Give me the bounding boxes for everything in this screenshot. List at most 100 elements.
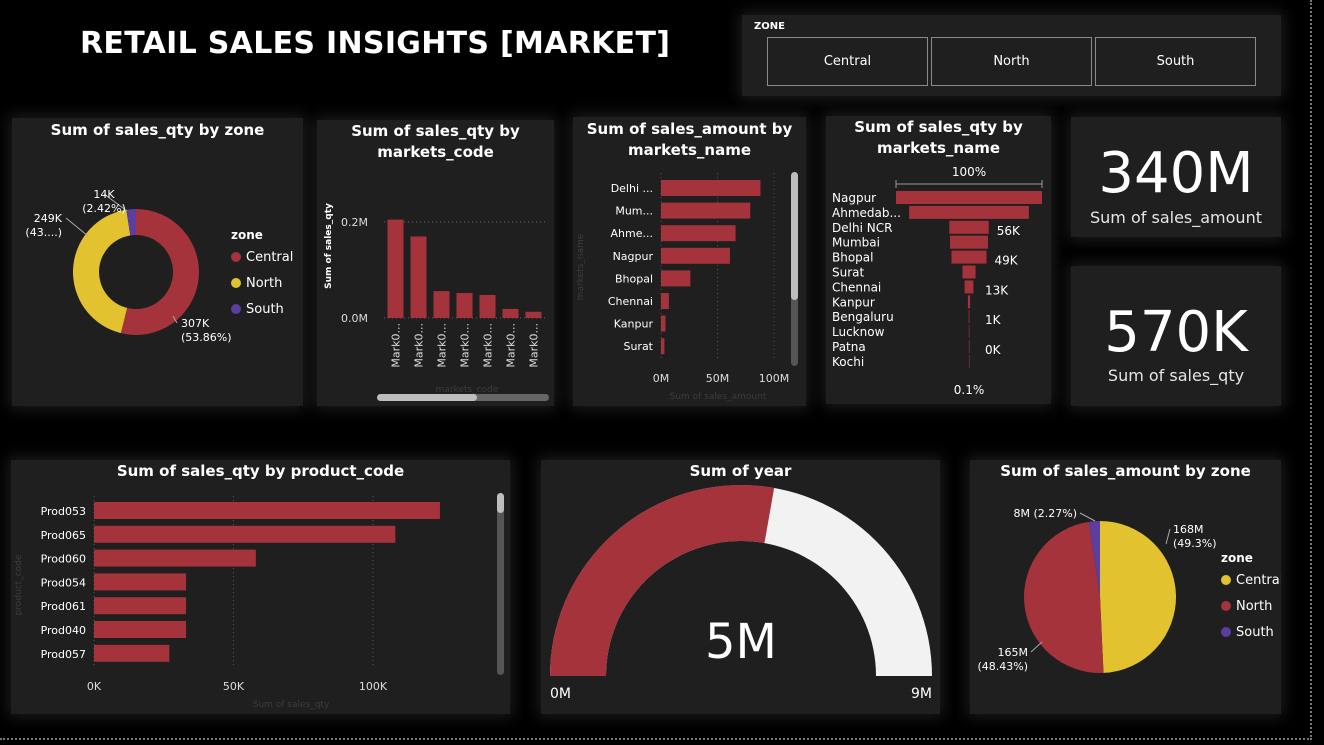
- funnel-category-label: Bhopal: [832, 251, 873, 265]
- legend-item: North: [1236, 599, 1272, 614]
- vertical-scrollbar[interactable]: [497, 493, 504, 675]
- data-label: 0K: [985, 343, 1002, 357]
- chart-qty-by-product-code[interactable]: Sum of sales_qty by product_code 0K 50K 10…: [11, 460, 510, 714]
- legend-item: South: [1236, 625, 1274, 640]
- x-tick-label: Mark0...: [482, 323, 495, 368]
- data-label: 165M: [998, 646, 1029, 659]
- gauge-min-label: 0M: [550, 686, 571, 702]
- funnel-bar: [949, 220, 989, 234]
- pie-chart: 168M(49.3%) 165M(48.43%) 8M (2.27%) zone Cen…: [977, 507, 1281, 673]
- bar: [410, 236, 427, 318]
- x-tick-label: 100M: [759, 372, 790, 385]
- bar: [387, 219, 404, 318]
- donut-slice: [73, 209, 131, 334]
- pie-slice: [1023, 521, 1104, 673]
- y-tick-label: Prod057: [41, 648, 86, 661]
- x-tick-label: 0K: [87, 680, 102, 693]
- funnel-category-label: Delhi NCR: [832, 221, 892, 235]
- y-tick-label: Prod060: [41, 553, 86, 566]
- bar: [94, 621, 187, 638]
- x-tick-label: Mark0...: [505, 323, 518, 368]
- bar: [661, 225, 736, 242]
- x-tick-label: Mark0...: [413, 323, 426, 368]
- chart-amount-by-markets-name[interactable]: Sum of sales_amount by markets_name 0M 50…: [573, 117, 806, 406]
- y-tick-label: Delhi ...: [611, 182, 653, 195]
- funnel-category-label: Chennai: [832, 280, 881, 294]
- y-axis-label: Sum of sales_qty: [324, 203, 334, 289]
- kpi-label: Sum of sales_amount: [1090, 208, 1262, 227]
- leader-line: [1079, 512, 1096, 522]
- page-title: RETAIL SALES INSIGHTS [MARKET]: [80, 26, 671, 61]
- x-tick-label: Mark0...: [436, 323, 449, 368]
- bar: [661, 247, 730, 264]
- x-tick-label: Mark0...: [390, 323, 403, 368]
- y-axis-label: product_code: [14, 554, 24, 615]
- funnel-category-label: Surat: [832, 266, 865, 280]
- y-tick-label: Bhopal: [615, 272, 653, 285]
- bar-chart: 0K 50K 100K Prod053 Prod065 Prod060 Prod054 Pro…: [14, 496, 440, 710]
- leader-line: [1165, 528, 1171, 545]
- bar: [661, 315, 666, 332]
- zone-slicer: ZONE Central North South: [742, 15, 1281, 96]
- donut-chart: 307K(53.86%) 249K(43....) 14K(2.42%) zone Ce…: [25, 188, 293, 344]
- funnel-bar: [951, 250, 987, 264]
- gauge-chart: 5M 0M 9M: [550, 485, 932, 702]
- legend-marker: [231, 252, 241, 262]
- scrollbar-thumb[interactable]: [497, 493, 504, 513]
- funnel-category-label: Mumbai: [832, 236, 880, 250]
- legend-title: zone: [231, 228, 263, 242]
- funnel-category-label: Kochi: [832, 355, 864, 369]
- funnel-bar: [964, 280, 974, 294]
- bar: [94, 644, 170, 662]
- kpi-value: 340M: [1098, 141, 1254, 206]
- funnel-top-label: 100%: [952, 165, 986, 179]
- x-tick-label: 50M: [706, 372, 730, 385]
- kpi-card-sales-amount: 340M Sum of sales_amount: [1071, 117, 1281, 237]
- data-label: 8M (2.27%): [1013, 507, 1077, 520]
- slicer-option-north[interactable]: North: [931, 37, 1092, 86]
- y-tick-label: Nagpur: [613, 250, 654, 263]
- bar: [94, 502, 440, 519]
- y-tick-label: Kanpur: [614, 318, 654, 331]
- vertical-scrollbar[interactable]: [791, 172, 798, 366]
- gauge-max-label: 9M: [911, 686, 932, 702]
- legend-item: Central: [1236, 573, 1281, 588]
- funnel-bar: [968, 310, 970, 324]
- scrollbar-thumb[interactable]: [791, 172, 798, 300]
- legend-item: Central: [246, 250, 293, 265]
- chart-qty-by-zone[interactable]: Sum of sales_qty by zone 307K (53.86%) 249…: [12, 118, 303, 406]
- funnel-chart: 100% NagpurAhmedab...Delhi NCR 56K MumbaiBh…: [832, 165, 1043, 397]
- funnel-bar: [962, 265, 976, 279]
- x-tick-label: Mark0...: [459, 323, 472, 368]
- bar: [525, 311, 542, 318]
- chart-sum-of-year[interactable]: Sum of year 5M 0M 9M: [541, 460, 940, 714]
- funnel-category-label: Nagpur: [832, 191, 876, 205]
- y-tick-label: 0.2M: [341, 216, 368, 229]
- column-chart: 0.0M 0.2M Sum of sales_qty Mark0... Mark0...…: [324, 203, 549, 401]
- kpi-card-sales-qty: 570K Sum of sales_qty: [1071, 266, 1281, 406]
- data-label: 49K: [995, 254, 1019, 268]
- kpi-value: 570K: [1104, 300, 1248, 365]
- chart-qty-by-markets-code[interactable]: Sum of sales_qty by markets_code 0.0M 0.2…: [317, 120, 554, 406]
- slicer-option-south[interactable]: South: [1095, 37, 1256, 86]
- bar: [433, 291, 450, 318]
- funnel-category-label: Bengaluru: [832, 310, 894, 324]
- slicer-option-central[interactable]: Central: [767, 37, 928, 86]
- legend-marker: [231, 304, 241, 314]
- chart-qty-by-markets-name-funnel[interactable]: Sum of sales_qty by markets_name 100% Nag…: [826, 116, 1051, 404]
- data-label: (2.42%): [82, 202, 126, 215]
- y-tick-label: Chennai: [608, 295, 653, 308]
- data-label: 13K: [985, 283, 1009, 297]
- x-tick-label: 100K: [359, 680, 388, 693]
- funnel-category-label: Patna: [832, 340, 866, 354]
- funnel-category-label: Ahmedab...: [832, 206, 901, 220]
- bar-chart: 0M 50M 100M Delhi ... Mum... Ahme... Nagpur Bho…: [576, 173, 790, 402]
- slicer-title: ZONE: [754, 21, 785, 32]
- bar: [661, 293, 669, 309]
- chart-amount-by-zone[interactable]: Sum of sales_amount by zone 168M (49.3%) 1…: [970, 460, 1281, 714]
- y-tick-label: Ahme...: [611, 227, 653, 240]
- scrollbar-thumb: [377, 394, 477, 401]
- bar: [502, 308, 519, 318]
- gauge-value: 5M: [705, 614, 777, 670]
- funnel-bar: [968, 340, 970, 353]
